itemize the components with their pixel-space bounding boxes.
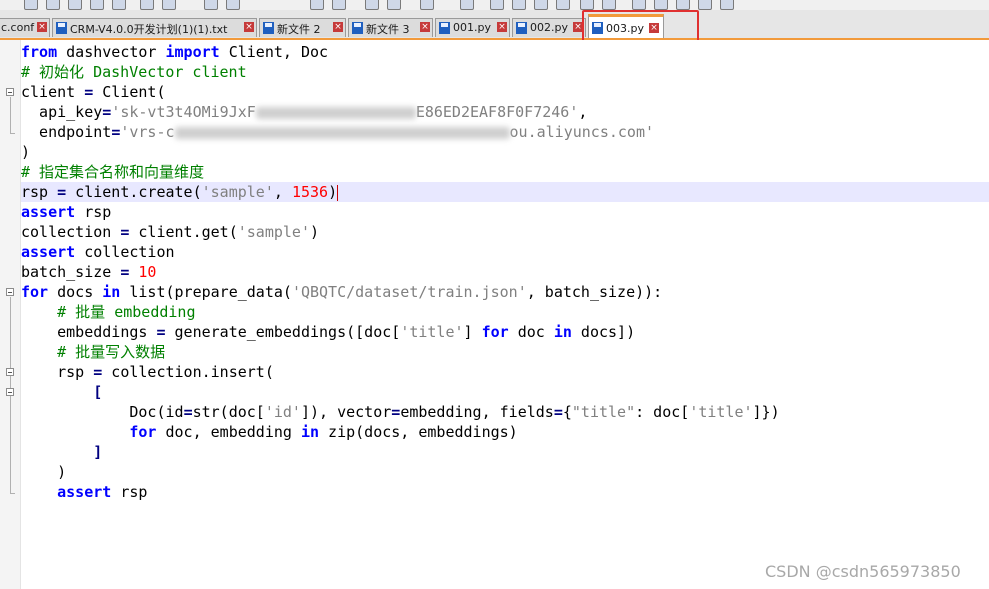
close-tab-icon[interactable]: × [497, 22, 507, 32]
code-line: # 初始化 DashVector client [21, 63, 247, 81]
saved-file-icon [439, 22, 450, 34]
tab-001-py[interactable]: 001.py × [435, 18, 510, 37]
save-macro-icon[interactable] [720, 0, 734, 10]
fold-toggle-icon[interactable] [6, 88, 14, 96]
tab-label: 新文件 2 [277, 23, 321, 36]
tab-label: 新文件 3 [366, 23, 410, 36]
tab-crm-plan-txt[interactable]: CRM-V4.0.0开发计划(1)(1).txt × [52, 18, 257, 37]
close-tab-icon[interactable]: × [420, 22, 430, 32]
close-all-icon[interactable] [90, 0, 104, 10]
function-list-icon[interactable] [556, 0, 570, 10]
saved-file-icon [263, 22, 274, 34]
code-lines[interactable]: from dashvector import Client, Doc # 初始化… [21, 42, 989, 502]
run-macro-icon[interactable] [698, 0, 712, 10]
code-line: collection = client.get('sample') [21, 223, 320, 241]
fold-toggle-icon[interactable] [6, 368, 14, 376]
saved-file-icon [516, 22, 527, 34]
redacted-text [255, 106, 416, 119]
tab-label: c.conf [1, 21, 35, 34]
redacted-text [174, 126, 510, 139]
saved-file-icon [56, 22, 67, 34]
saved-file-icon [352, 22, 363, 34]
fold-margin [0, 40, 21, 589]
close-tab-icon[interactable]: × [244, 22, 254, 32]
find-icon[interactable] [310, 0, 324, 10]
code-line: client = Client( [21, 83, 166, 101]
close-tab-icon[interactable]: × [37, 22, 47, 32]
tab-new-file-2[interactable]: 新文件 2 × [259, 18, 346, 37]
text-caret [337, 184, 339, 201]
close-tab-icon[interactable]: × [333, 22, 343, 32]
code-line: from dashvector import Client, Doc [21, 43, 329, 61]
unfold-icon[interactable] [512, 0, 526, 10]
code-line: for doc, embedding in zip(docs, embeddin… [129, 423, 518, 441]
tab-new-file-3[interactable]: 新文件 3 × [348, 18, 433, 37]
fold-end [10, 493, 15, 494]
fold-toggle-icon[interactable] [6, 288, 14, 296]
code-line: ) [21, 143, 31, 161]
code-line: # 批量写入数据 [21, 343, 166, 361]
current-code-line: rsp = client.create('sample', 1536) [21, 182, 989, 202]
print-icon[interactable] [112, 0, 126, 10]
tab-label: 002.py [530, 21, 568, 34]
save-icon[interactable] [24, 0, 38, 10]
copy-icon[interactable] [162, 0, 176, 10]
code-line: batch_size = 10 [21, 263, 157, 281]
wrap-icon[interactable] [420, 0, 434, 10]
code-line: rsp = collection.insert( [21, 363, 274, 381]
fold-icon[interactable] [490, 0, 504, 10]
code-line: ) [21, 463, 67, 481]
doc-map-icon[interactable] [534, 0, 548, 10]
code-line: Doc(id=str(doc['id']), vector=embedding,… [21, 403, 780, 421]
tab-002-py[interactable]: 002.py × [512, 18, 586, 37]
code-line: # 指定集合名称和向量维度 [21, 163, 205, 181]
tab-label: CRM-V4.0.0开发计划(1)(1).txt [70, 23, 228, 36]
tab-c-conf[interactable]: c.conf × [0, 18, 50, 37]
toolbar [0, 0, 989, 10]
redo-icon[interactable] [226, 0, 240, 10]
code-line: endpoint='vrs-c ou.aliyuncs.com' [21, 123, 655, 141]
replace-icon[interactable] [332, 0, 346, 10]
tab-bar: c.conf × CRM-V4.0.0开发计划(1)(1).txt × 新文件 … [0, 10, 989, 40]
code-line: # 批量 embedding [21, 303, 196, 321]
folder-workspace-icon[interactable] [580, 0, 594, 10]
fold-line [10, 97, 11, 133]
save-all-icon[interactable] [46, 0, 60, 10]
code-line: api_key='sk-vt3t4OMi9JxF E86ED2EAF8F0F724… [21, 103, 588, 121]
close-file-icon[interactable] [68, 0, 82, 10]
record-macro-icon[interactable] [632, 0, 646, 10]
code-line: assert collection [21, 243, 175, 261]
code-line: assert rsp [57, 483, 148, 501]
stop-macro-icon[interactable] [654, 0, 668, 10]
fold-end [10, 133, 15, 134]
zoom-in-icon[interactable] [365, 0, 379, 10]
code-line: [ [21, 383, 103, 401]
csdn-watermark: CSDN @csdn565973850 [765, 562, 961, 581]
cut-icon[interactable] [140, 0, 154, 10]
code-line: for docs in list(prepare_data('QBQTC/dat… [21, 283, 663, 301]
code-line: embeddings = generate_embeddings([doc['t… [21, 323, 636, 341]
indent-guide-icon[interactable] [460, 0, 474, 10]
code-line: assert rsp [21, 203, 112, 221]
code-line: ] [21, 443, 103, 461]
undo-icon[interactable] [204, 0, 218, 10]
monitor-icon[interactable] [602, 0, 616, 10]
zoom-out-icon[interactable] [387, 0, 401, 10]
fold-toggle-icon[interactable] [6, 388, 14, 396]
play-macro-icon[interactable] [676, 0, 690, 10]
code-editor[interactable]: from dashvector import Client, Doc # 初始化… [0, 40, 989, 589]
tab-label: 001.py [453, 21, 491, 34]
